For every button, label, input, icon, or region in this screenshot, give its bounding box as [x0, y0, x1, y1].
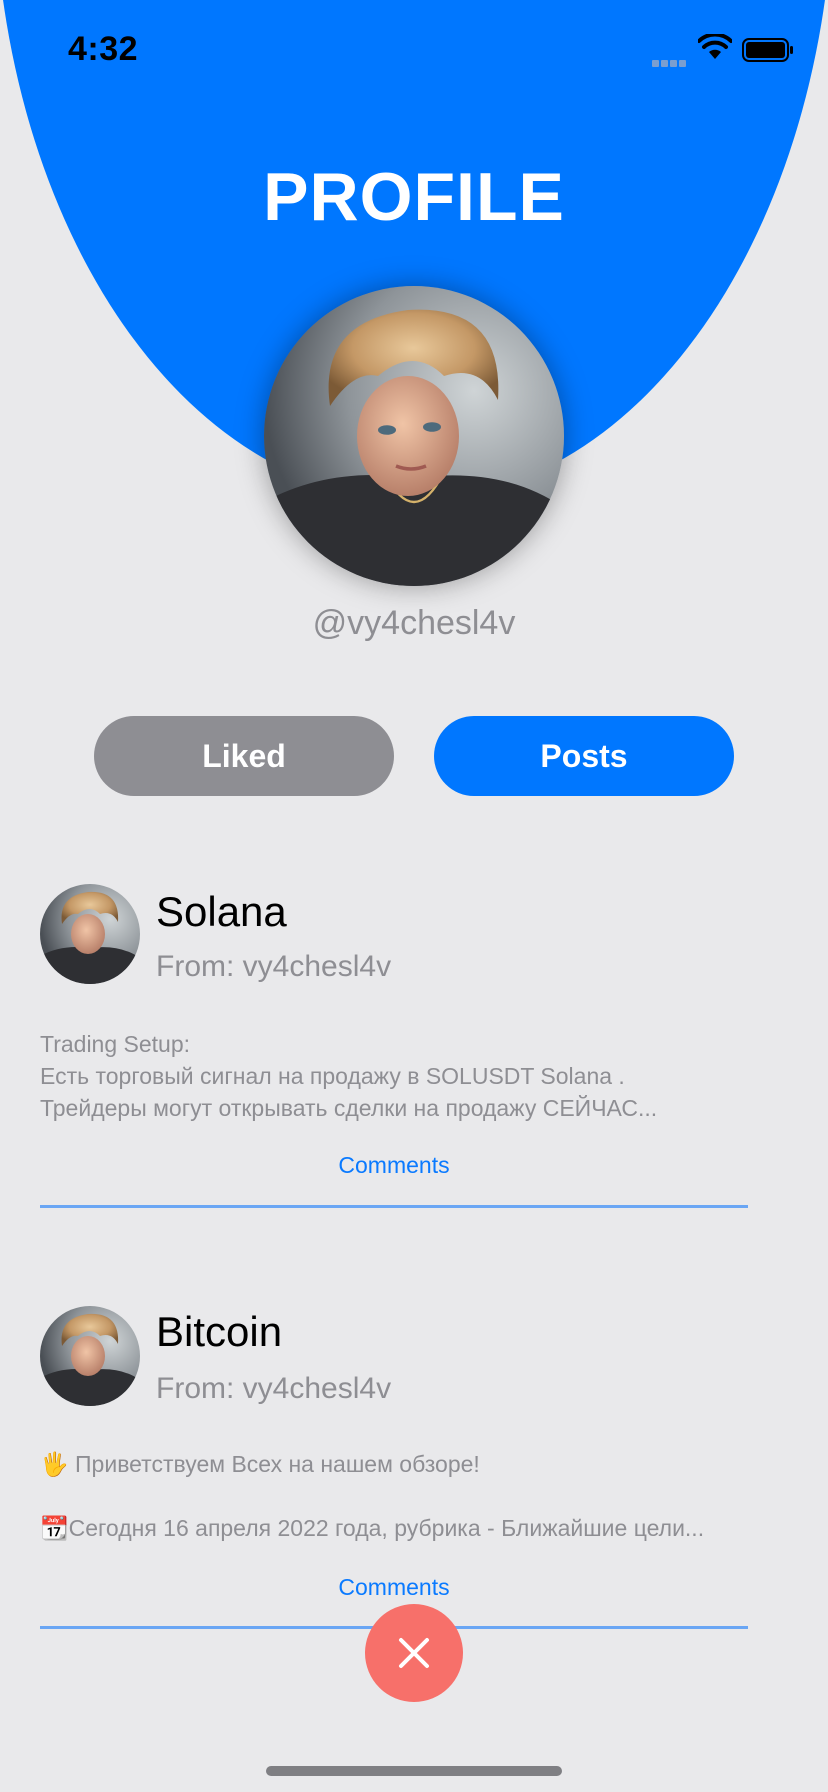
post-text-line: 🖐 Приветствуем Всех на нашем обзоре! [40, 1451, 480, 1477]
comments-link[interactable]: Comments [0, 1574, 788, 1601]
close-button[interactable] [365, 1604, 463, 1702]
comments-link[interactable]: Comments [0, 1152, 788, 1179]
post-title: Bitcoin [156, 1308, 283, 1355]
post-title: Solana [156, 888, 287, 935]
battery-icon [742, 38, 793, 62]
post-author-avatar[interactable] [40, 1306, 140, 1406]
status-time: 4:32 [68, 30, 139, 68]
signal-icon [652, 54, 690, 67]
page-title: PROFILE [263, 159, 565, 235]
tab-liked[interactable]: Liked [94, 716, 394, 796]
post-text-line: Есть торговый сигнал на продажу в SOLUSD… [40, 1063, 625, 1089]
post-author: From: vy4chesl4v [156, 1372, 392, 1405]
tab-posts[interactable]: Posts [434, 716, 734, 796]
post-author-avatar[interactable] [40, 884, 140, 984]
profile-avatar[interactable] [264, 286, 564, 586]
post-text-line: Трейдеры могут открывать сделки на прода… [40, 1095, 658, 1121]
username: @vy4chesl4v [312, 604, 516, 642]
post-divider [40, 1205, 748, 1208]
close-icon [399, 1638, 429, 1668]
post-text-line: Trading Setup: [40, 1031, 191, 1057]
post-text-line: 📆Сегодня 16 апреля 2022 года, рубрика - … [40, 1515, 705, 1541]
post-author: From: vy4chesl4v [156, 950, 392, 983]
home-indicator [266, 1766, 562, 1776]
wifi-icon [698, 34, 732, 59]
